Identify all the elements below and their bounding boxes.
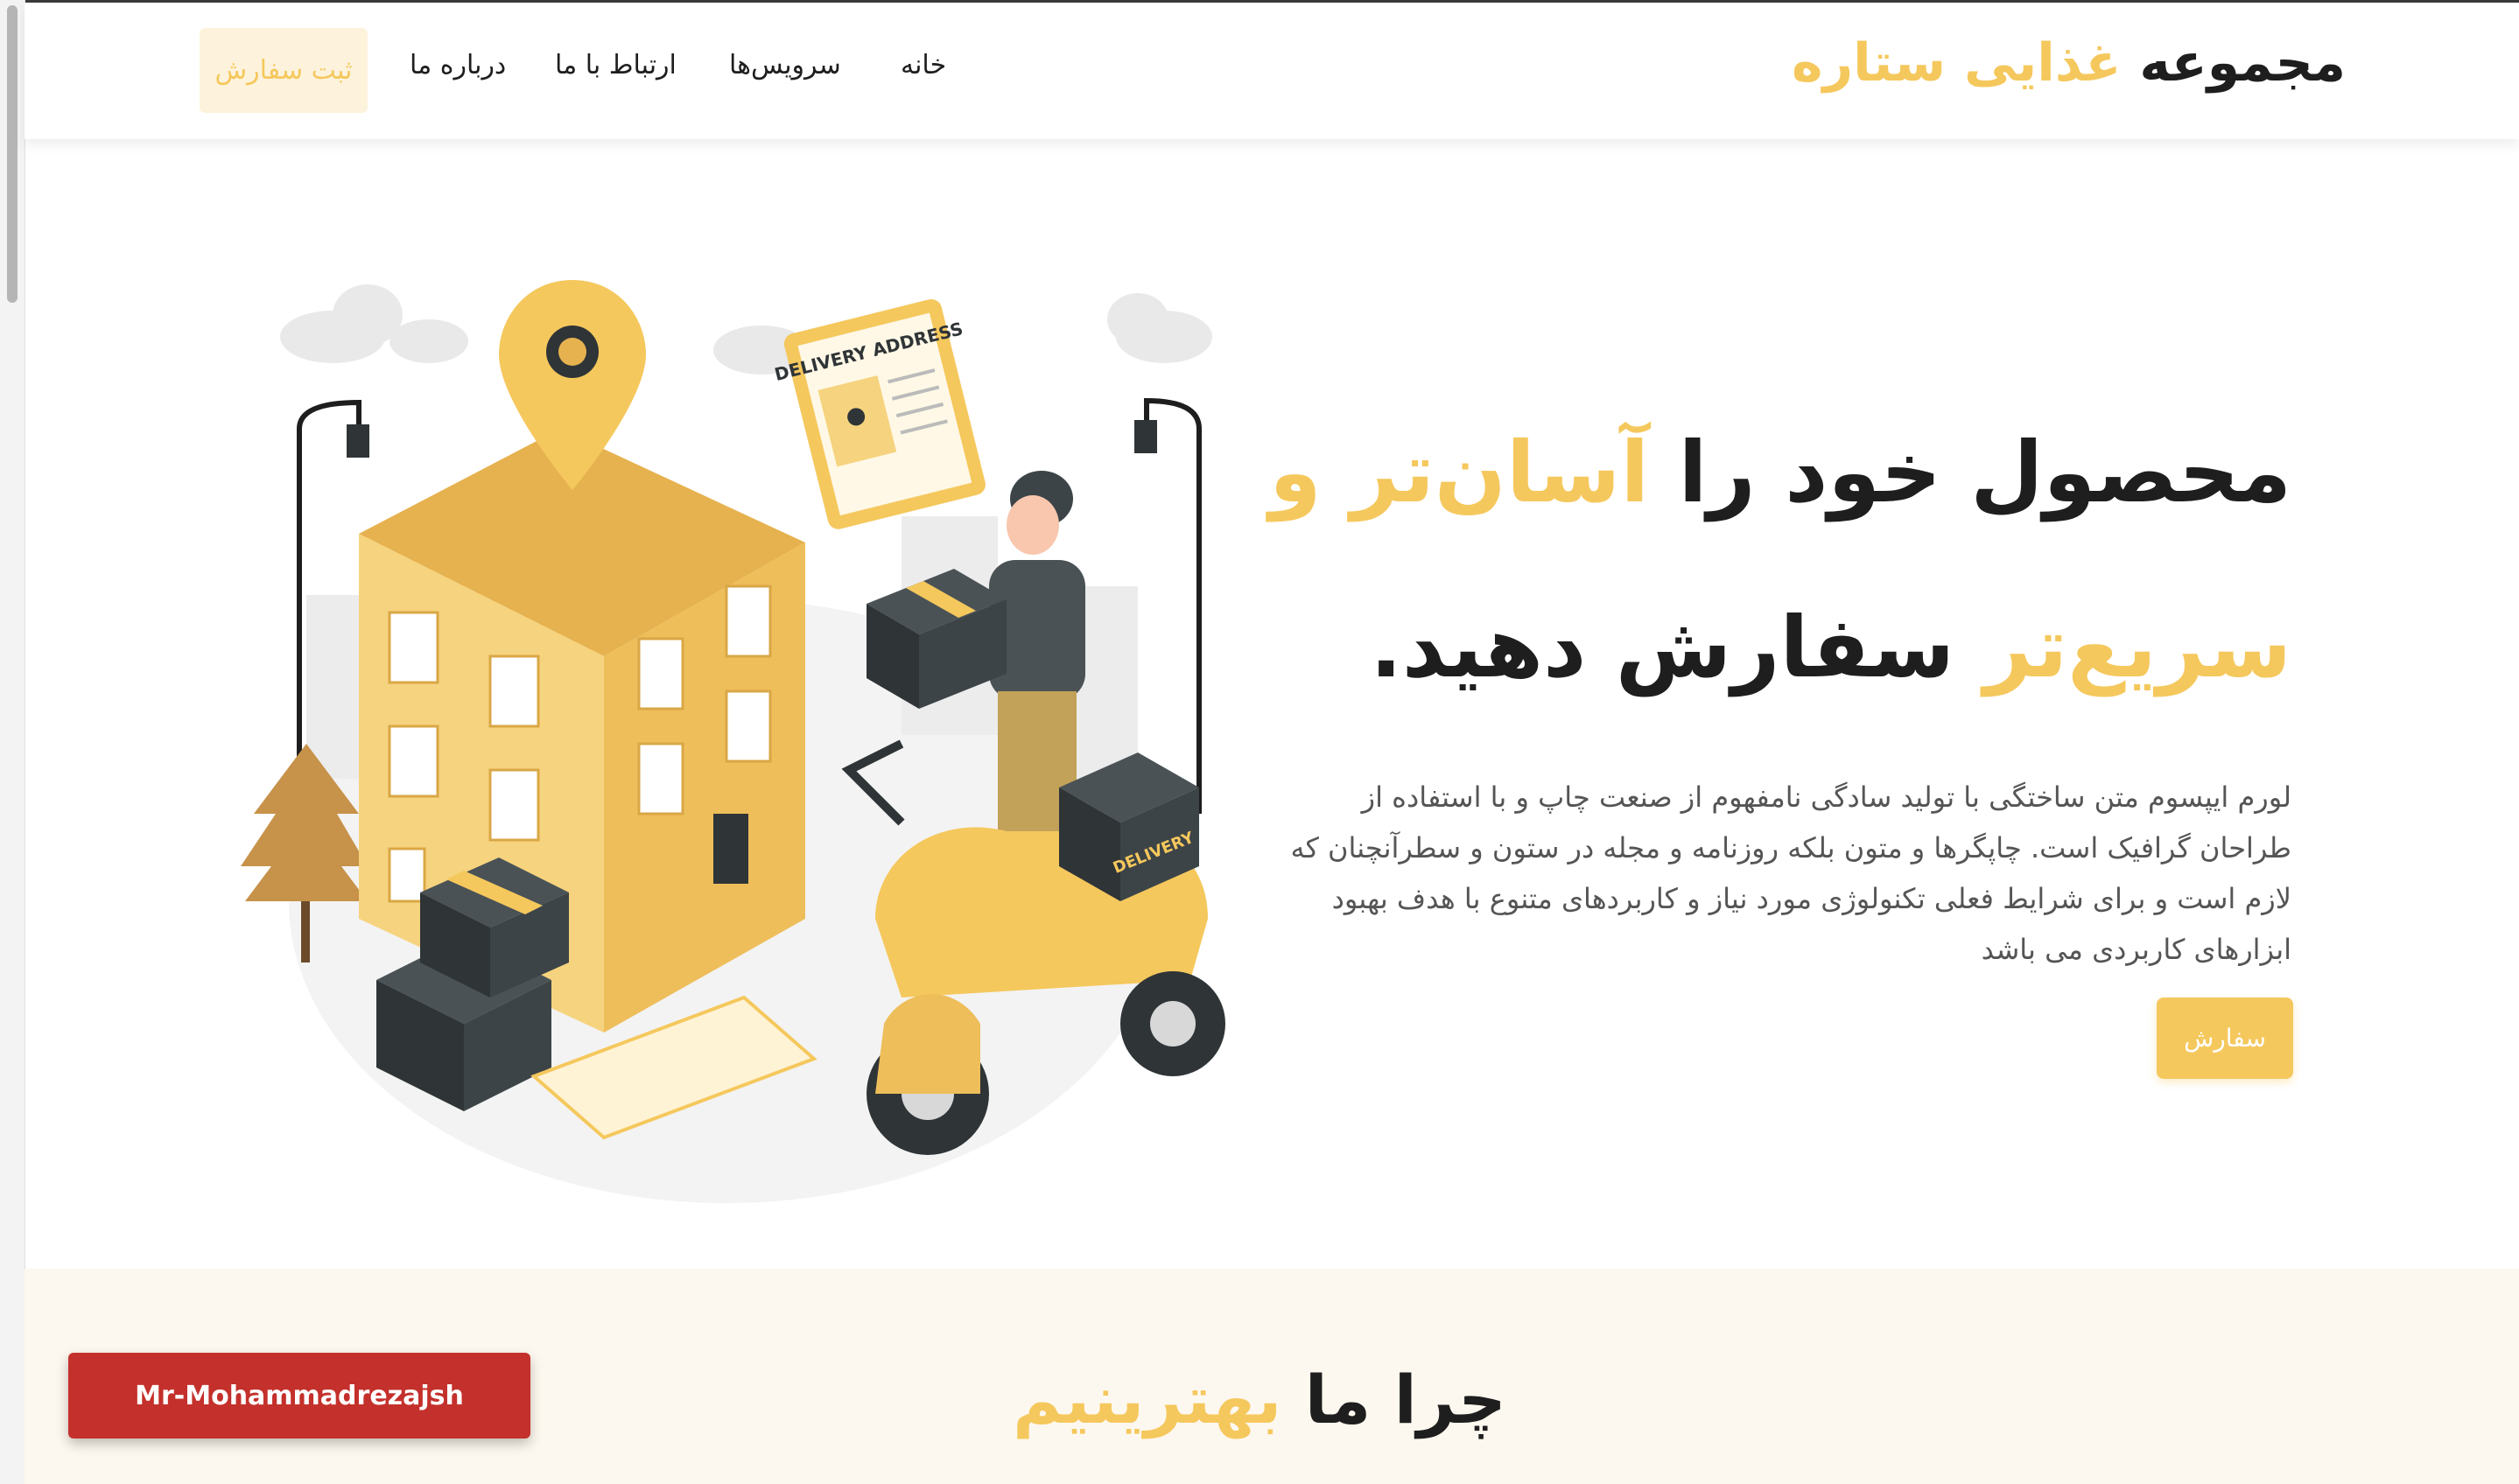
- hero-title-part2: سفارش دهید.: [1370, 598, 1955, 696]
- brand-logo[interactable]: مجموعه غذایی ستاره: [1792, 32, 2346, 94]
- nav-home[interactable]: خانه: [901, 50, 946, 80]
- credit-badge[interactable]: Mr-Mohammadrezajsh: [68, 1353, 530, 1438]
- brand-highlight: غذایی ستاره: [1792, 32, 2122, 94]
- site-header: مجموعه غذایی ستاره خانه سرویس‌ها ارتباط …: [25, 3, 2519, 139]
- hero-title: محصول خود را آسان‌تر و سریع‌تر سفارش دهی…: [1241, 385, 2291, 735]
- brand-main: مجموعه: [2139, 32, 2346, 94]
- hero-order-button[interactable]: سفارش: [2157, 998, 2293, 1079]
- delivery-illustration: DELIVERY ADDRESS DELIVERY: [241, 280, 1225, 1203]
- hero-title-highlight1: آسان‌تر و: [1269, 424, 1650, 522]
- hero-description: لورم ایپسوم متن ساختگی با تولید سادگی نا…: [1290, 780, 2291, 966]
- hero-title-highlight2: سریع‌تر: [1983, 598, 2291, 696]
- nav-about[interactable]: درباره ما: [410, 50, 506, 80]
- why-us-highlight: بهترینیم: [1013, 1361, 1282, 1438]
- why-us-part1: چرا ما: [1304, 1361, 1506, 1438]
- nav-contact[interactable]: ارتباط با ما: [555, 50, 677, 80]
- order-button[interactable]: ثبت سفارش: [200, 28, 368, 113]
- hero-title-part1: محصول خود را: [1678, 424, 2291, 522]
- scrollbar-thumb[interactable]: [7, 5, 18, 303]
- scrollbar-track[interactable]: [0, 0, 25, 1484]
- nav-services[interactable]: سرویس‌ها: [729, 50, 841, 80]
